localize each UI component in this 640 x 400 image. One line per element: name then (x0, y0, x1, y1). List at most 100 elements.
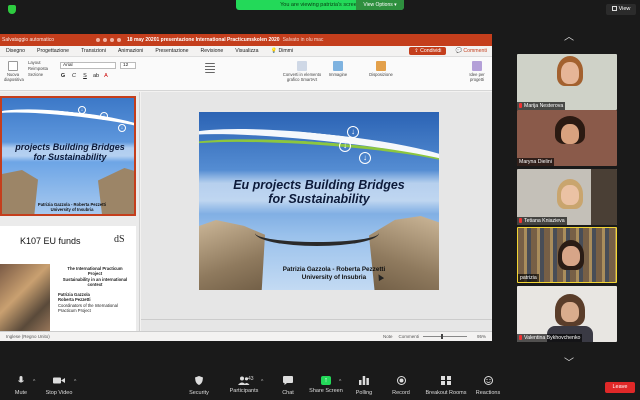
mute-label: Mute (14, 390, 28, 396)
designer-button[interactable]: Idee per progetti (466, 61, 488, 82)
grid-icon (611, 6, 617, 11)
thumb-1-title-line2: for Sustainability (33, 152, 107, 162)
mute-button[interactable]: Mute (10, 376, 32, 396)
tab-review[interactable]: Revisione (195, 48, 230, 54)
participant-name: Maryna Dielini (517, 158, 554, 166)
font-size-select[interactable]: 12 (120, 62, 136, 69)
video-options-caret[interactable]: ^ (74, 379, 76, 385)
saved-status: Salvato in olu mac (282, 37, 324, 43)
video-camera-icon (53, 377, 65, 384)
reactions-icon (483, 376, 493, 385)
arrange-button[interactable]: Disposizione (368, 61, 394, 77)
share-button[interactable]: ⇪ Condividi (409, 47, 447, 55)
align-buttons[interactable] (200, 63, 220, 74)
tab-animations[interactable]: Animazioni (112, 48, 149, 54)
tab-view[interactable]: Visualizza (229, 48, 264, 54)
scroll-down-icon[interactable]: ﹀ (562, 359, 576, 369)
slide-authors-line1: Patrizia Gazzola - Roberta Pezzetti (282, 266, 386, 273)
participant-face (561, 185, 579, 205)
underline-button[interactable]: S (82, 73, 88, 79)
zoom-top-bar: You are viewing patrizia's screen View O… (0, 0, 640, 34)
slide-thumbnails: ↓ ↓ ↓ projects Building Bridges for Sust… (0, 92, 140, 338)
italic-button[interactable]: C (71, 73, 77, 79)
security-button[interactable]: Security (185, 376, 213, 396)
ribbon-toolbar: Nuova diapositiva Layout Reimposta Sezio… (0, 57, 492, 91)
new-slide-icon (8, 61, 18, 71)
comments-button[interactable]: 💬 Commenti (450, 48, 492, 54)
zoom-slider-knob[interactable] (440, 334, 443, 339)
chat-button[interactable]: Chat (278, 376, 298, 396)
view-button[interactable]: View (606, 4, 636, 15)
tab-slideshow[interactable]: Presentazione (149, 48, 194, 54)
polling-button[interactable]: Polling (352, 376, 376, 396)
participants-button[interactable]: 43 Participants (226, 376, 262, 394)
status-language: Inglese (Regno Unito) (6, 334, 50, 339)
font-name-select[interactable]: Arial (60, 62, 116, 69)
muted-mic-icon (519, 103, 522, 108)
polling-label: Polling (355, 390, 373, 396)
shield-icon (8, 5, 16, 14)
scroll-up-icon[interactable]: ︿ (562, 33, 576, 43)
zoom-meeting-toolbar: Mute ^ Stop Video ^ Security 43 Particip… (0, 372, 640, 400)
notes-toggle[interactable]: Note (383, 334, 393, 339)
participant-tile-4-active-speaker[interactable]: patrizia (517, 227, 617, 283)
font-color-icon[interactable]: A (104, 73, 108, 79)
chat-label: Chat (282, 390, 294, 396)
powerpoint-window: Salvataggio automatico 18 may 20201 pres… (0, 34, 492, 341)
chat-icon (283, 376, 293, 385)
arrange-icon (376, 61, 386, 71)
record-button[interactable]: Record (390, 376, 412, 396)
view-options-button[interactable]: View Options ▾ (356, 0, 404, 10)
reactions-button[interactable]: Reactions (474, 376, 502, 396)
tab-transitions[interactable]: Transizioni (75, 48, 112, 54)
slide-authors: Patrizia Gazzola - Roberta Pezzetti Univ… (239, 266, 429, 282)
thumb-1-title: projects Building Bridges for Sustainabi… (2, 142, 134, 162)
new-slide-button[interactable]: Nuova diapositiva (4, 61, 24, 82)
participant-tile-3[interactable]: Tetiana Kniazieva (517, 169, 617, 225)
slide-thumbnail-1[interactable]: ↓ ↓ ↓ projects Building Bridges for Sust… (0, 96, 136, 216)
participants-options-caret[interactable]: ^ (261, 379, 263, 385)
arrow-down-icon: ↓ (78, 106, 86, 114)
thumb-wave (2, 103, 134, 145)
thumb-1-authors-line2: University of Insubria (50, 207, 94, 212)
quick-access-icons (96, 38, 121, 42)
share-label: Condividi (420, 48, 442, 54)
view-options-label: View Options (363, 2, 393, 8)
participant-name: Valentina Bykhovchenko (517, 334, 583, 342)
arrow-down-icon: ↓ (347, 126, 359, 138)
notes-pane[interactable] (141, 319, 492, 331)
ribbon-tabs: Disegno Progettazione Transizioni Animaz… (0, 46, 492, 57)
mute-options-caret[interactable]: ^ (33, 379, 35, 385)
convert-label: Converti in elemento grafico SmartArt (282, 72, 322, 82)
comments-toggle[interactable]: Commenti (398, 334, 419, 339)
thumb-2-photo (0, 264, 50, 338)
arrow-down-icon: ↓ (100, 112, 108, 120)
smartart-icon (297, 61, 307, 71)
comments-label: Commenti (463, 48, 487, 54)
leave-button[interactable]: Leave (605, 382, 635, 393)
strike-button[interactable]: ab (93, 73, 99, 79)
current-slide[interactable]: ↓ ↓ ↓ Eu projects Building Bridges for S… (199, 112, 439, 290)
slide-thumbnail-2[interactable]: K107 EU funds dS The International Pract… (0, 226, 136, 338)
participant-tile-5[interactable]: Valentina Bykhovchenko (517, 286, 617, 342)
tab-draw[interactable]: Disegno (0, 48, 31, 54)
share-options-caret[interactable]: ^ (339, 379, 341, 385)
stop-video-button[interactable]: Stop Video (42, 376, 76, 396)
view-button-label: View (618, 6, 631, 12)
participant-tile-1[interactable]: Marija Nesterova (517, 54, 617, 110)
bold-button[interactable]: G (60, 73, 66, 79)
tab-tell-me[interactable]: 💡 Dimmi (265, 48, 300, 54)
section-button[interactable]: Sezione (28, 72, 56, 78)
participant-name: patrizia (518, 274, 539, 282)
zoom-slider[interactable] (422, 334, 467, 339)
image-button[interactable]: Immagine (328, 61, 348, 77)
thumb-2-text: The International Practicum Project Sust… (58, 266, 132, 313)
ppt-status-bar: Inglese (Regno Unito) Note Commenti 95% (0, 331, 492, 341)
polling-icon (359, 376, 369, 385)
breakout-rooms-button[interactable]: Breakout Rooms (423, 376, 469, 396)
tab-design[interactable]: Progettazione (31, 48, 75, 54)
record-label: Record (392, 390, 410, 396)
participant-tile-2[interactable]: Maryna Dielini (517, 110, 617, 166)
new-slide-label: Nuova diapositiva (4, 72, 24, 82)
convert-smartart-button[interactable]: Converti in elemento grafico SmartArt (280, 61, 324, 82)
